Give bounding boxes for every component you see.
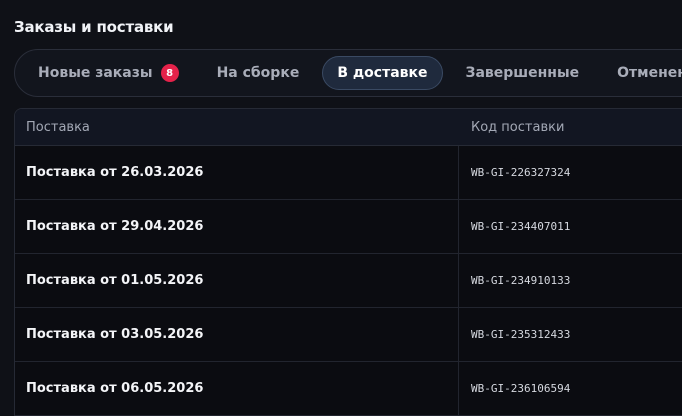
tab-cancelled[interactable]: Отмененные (602, 56, 682, 90)
supply-code: WB-GI-234407011 (471, 220, 571, 233)
tab-label: На сборке (216, 65, 300, 81)
tab-label: Новые заказы (38, 65, 153, 81)
tab-in-delivery[interactable]: В доставке (322, 56, 443, 90)
table-row[interactable]: Поставка от 26.03.2026 WB-GI-226327324 (15, 146, 682, 200)
table-row[interactable]: Поставка от 01.05.2026 WB-GI-234910133 (15, 254, 682, 308)
supply-name: Поставка от 03.05.2026 (15, 308, 459, 361)
status-tabs: Новые заказы 8 На сборке В доставке Заве… (14, 49, 682, 97)
table-row[interactable]: Поставка от 29.04.2026 WB-GI-234407011 (15, 200, 682, 254)
orders-page: Заказы и поставки Новые заказы 8 На сбор… (0, 0, 682, 416)
table-header: Поставка Код поставки (15, 109, 682, 146)
tab-assembling[interactable]: На сборке (202, 56, 315, 90)
table-row[interactable]: Поставка от 06.05.2026 WB-GI-236106594 (15, 362, 682, 416)
column-header-supply[interactable]: Поставка (15, 120, 459, 135)
column-header-code[interactable]: Код поставки (459, 120, 682, 135)
table-row[interactable]: Поставка от 03.05.2026 WB-GI-235312433 (15, 308, 682, 362)
supply-name: Поставка от 26.03.2026 (15, 146, 459, 199)
new-orders-count-badge: 8 (160, 64, 179, 82)
supply-name: Поставка от 01.05.2026 (15, 254, 459, 307)
tab-new-orders[interactable]: Новые заказы 8 (23, 56, 194, 90)
tab-label: В доставке (337, 65, 428, 81)
supply-name: Поставка от 29.04.2026 (15, 200, 459, 253)
tab-label: Завершенные (465, 65, 580, 81)
supply-name: Поставка от 06.05.2026 (15, 362, 459, 415)
tab-completed[interactable]: Завершенные (451, 56, 595, 90)
page-title: Заказы и поставки (14, 18, 174, 36)
supply-code: WB-GI-236106594 (471, 382, 571, 395)
supply-code: WB-GI-226327324 (471, 166, 571, 179)
supplies-table: Поставка Код поставки Поставка от 26.03.… (14, 108, 682, 416)
tab-label: Отмененные (617, 65, 682, 81)
supply-code: WB-GI-234910133 (471, 274, 571, 287)
supply-code: WB-GI-235312433 (471, 328, 571, 341)
